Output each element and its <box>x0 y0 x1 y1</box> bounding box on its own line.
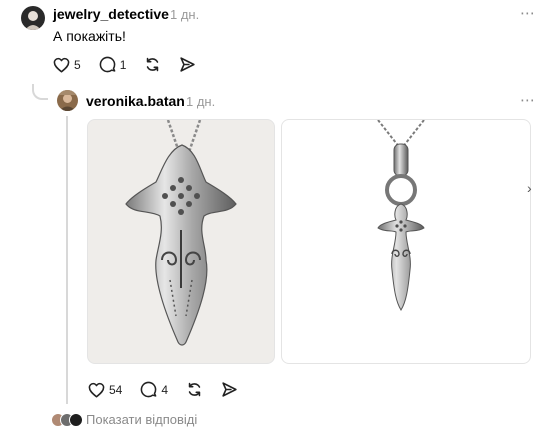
reply-username[interactable]: veronika.batan <box>86 93 185 109</box>
heart-icon <box>53 57 70 73</box>
send-icon <box>222 382 237 397</box>
post-share-button[interactable] <box>179 56 196 73</box>
send-icon <box>180 57 196 72</box>
reply-like-button[interactable]: 54 <box>88 382 122 398</box>
reply-reply-count: 4 <box>161 382 169 397</box>
next-image-button[interactable]: › <box>527 180 532 196</box>
post-username[interactable]: jewelry_detective <box>53 6 169 22</box>
reply-reply-button[interactable]: 4 <box>140 381 168 398</box>
post-time[interactable]: 1 дн. <box>170 7 199 22</box>
heart-icon <box>88 382 105 398</box>
post-like-button[interactable]: 5 <box>53 57 81 73</box>
post-actions: 5 1 <box>53 56 214 73</box>
reply-avatar-mini-3 <box>69 412 83 427</box>
comment-icon <box>99 56 116 73</box>
post-reply-count: 1 <box>119 57 127 72</box>
post-repost-button[interactable] <box>144 56 161 73</box>
post-reply-button[interactable]: 1 <box>99 56 127 73</box>
reply-image-1[interactable] <box>87 119 275 364</box>
silver-goddess-pendant-on-ring-icon <box>377 120 425 311</box>
thread-connector <box>32 84 48 100</box>
reply-thread-line <box>66 116 68 404</box>
comment-icon <box>140 381 157 398</box>
post-more-button[interactable]: ⋯ <box>520 6 536 21</box>
reply-more-button[interactable]: ⋯ <box>520 93 536 108</box>
reply-actions: 54 4 <box>88 381 256 398</box>
reply-image-2[interactable] <box>281 119 531 364</box>
reply-repost-button[interactable] <box>186 381 203 398</box>
reply-like-count: 54 <box>109 382 123 397</box>
post-like-count: 5 <box>74 57 81 72</box>
show-replies-label: Показати відповіді <box>86 412 198 427</box>
reply-share-button[interactable] <box>221 381 238 398</box>
avatar-veronika-batan[interactable] <box>57 90 78 111</box>
reply-time[interactable]: 1 дн. <box>186 94 215 109</box>
repost-icon <box>188 382 201 397</box>
post-text: А покажіть! <box>53 28 126 44</box>
silver-goddess-pendant-closeup-icon <box>125 120 237 346</box>
show-replies-button[interactable]: Показати відповіді <box>51 412 197 427</box>
repost-icon <box>147 57 159 72</box>
avatar-jewelry-detective[interactable] <box>21 6 45 30</box>
